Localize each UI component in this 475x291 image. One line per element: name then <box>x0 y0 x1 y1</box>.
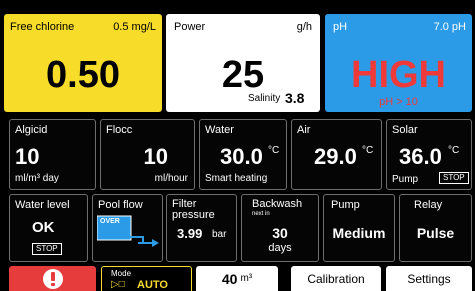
water-level-label: Water level <box>15 199 70 211</box>
power-tile[interactable]: Power g/h 25 Salinity 3.8 <box>166 14 320 112</box>
backwash-tile[interactable]: Backwash next in 30 days <box>241 194 319 262</box>
relay-tile[interactable]: Relay Pulse <box>399 194 472 262</box>
free-chlorine-setpoint: 0.5 mg/L <box>113 21 156 33</box>
power-value: 25 <box>221 54 265 96</box>
solar-unit: °C <box>448 145 460 156</box>
filter-pressure-unit: bar <box>212 229 227 240</box>
mode-value: AUTO <box>137 279 168 291</box>
mode-button[interactable]: Mode ▷□ AUTO <box>101 266 192 291</box>
free-chlorine-tile[interactable]: Free chlorine 0.5 mg/L 0.50 <box>4 14 162 112</box>
algicid-value: 10 <box>15 144 40 169</box>
backwash-sublabel: next in <box>252 211 270 217</box>
water-mode: Smart heating <box>205 173 268 184</box>
solar-pump-label: Pump <box>392 174 419 185</box>
pump-tile[interactable]: Pump Medium <box>323 194 395 262</box>
backwash-unit: days <box>268 242 292 254</box>
power-unit: g/h <box>296 21 312 33</box>
algicid-tile[interactable]: Algicid 10 ml/m³ day <box>9 119 96 190</box>
salinity-value: 3.8 <box>285 90 305 106</box>
salinity-label: Salinity <box>248 93 281 104</box>
water-value: 30.0 <box>220 144 263 169</box>
solar-stop-button[interactable]: STOP <box>439 172 469 184</box>
free-chlorine-value: 0.50 <box>46 54 120 96</box>
water-label: Water <box>205 124 234 136</box>
flocc-value: 10 <box>143 144 168 169</box>
water-temperature-tile[interactable]: Water 30.0 °C Smart heating <box>199 119 287 190</box>
pool-flow-label: Pool flow <box>98 199 143 211</box>
solar-label: Solar <box>392 124 418 136</box>
relay-label: Relay <box>414 199 443 211</box>
pool-volume-unit: m³ <box>240 273 253 284</box>
alarm-button[interactable] <box>9 266 96 291</box>
pool-flow-tile[interactable]: Pool flow OVER <box>92 194 163 262</box>
pool-volume-value: 40 <box>221 270 238 287</box>
pool-volume-button[interactable]: 40 m³ <box>196 266 278 291</box>
ph-status: HIGH <box>351 54 446 96</box>
water-level-value: OK <box>32 219 55 236</box>
air-value: 29.0 <box>314 144 357 169</box>
ph-setpoint: 7.0 pH <box>433 21 466 33</box>
solar-value: 36.0 <box>399 144 442 169</box>
water-level-stop-button[interactable]: STOP <box>32 243 62 255</box>
algicid-unit: ml/m³ day <box>15 173 59 184</box>
mode-icons: ▷□ <box>111 279 125 290</box>
backwash-label: Backwash <box>252 198 303 210</box>
free-chlorine-label: Free chlorine <box>10 21 75 33</box>
air-label: Air <box>297 124 311 136</box>
solar-temperature-tile[interactable]: Solar 36.0 °C Pump STOP <box>386 119 472 190</box>
flocc-unit: ml/hour <box>154 173 188 184</box>
air-temperature-tile[interactable]: Air 29.0 °C <box>291 119 382 190</box>
pump-speed-value: Medium <box>332 225 386 241</box>
algicid-label: Algicid <box>15 124 48 136</box>
relay-mode-value: Pulse <box>416 225 455 241</box>
filter-label-line2: pressure <box>172 209 215 221</box>
ph-tile[interactable]: pH 7.0 pH HIGH pH > 10 <box>325 14 472 112</box>
settings-button[interactable]: Settings <box>386 266 472 291</box>
filter-pressure-tile[interactable]: Filter pressure 3.99 bar <box>166 194 237 262</box>
power-label: Power <box>174 21 206 33</box>
ph-label: pH <box>333 21 348 33</box>
alert-icon <box>43 269 63 289</box>
flocc-label: Flocc <box>106 124 133 136</box>
calibration-button[interactable]: Calibration <box>291 266 381 291</box>
mode-label: Mode <box>111 269 132 278</box>
pump-label: Pump <box>331 199 360 211</box>
flocc-tile[interactable]: Flocc 10 ml/hour <box>100 119 195 190</box>
ph-status-detail: pH > 10 <box>379 96 418 108</box>
water-unit: °C <box>268 145 280 156</box>
air-unit: °C <box>362 145 374 156</box>
filter-pressure-value: 3.99 <box>177 226 203 241</box>
water-level-tile[interactable]: Water level OK STOP <box>9 194 88 262</box>
pool-flow-tag: OVER <box>100 218 120 225</box>
backwash-value: 30 <box>272 225 288 241</box>
